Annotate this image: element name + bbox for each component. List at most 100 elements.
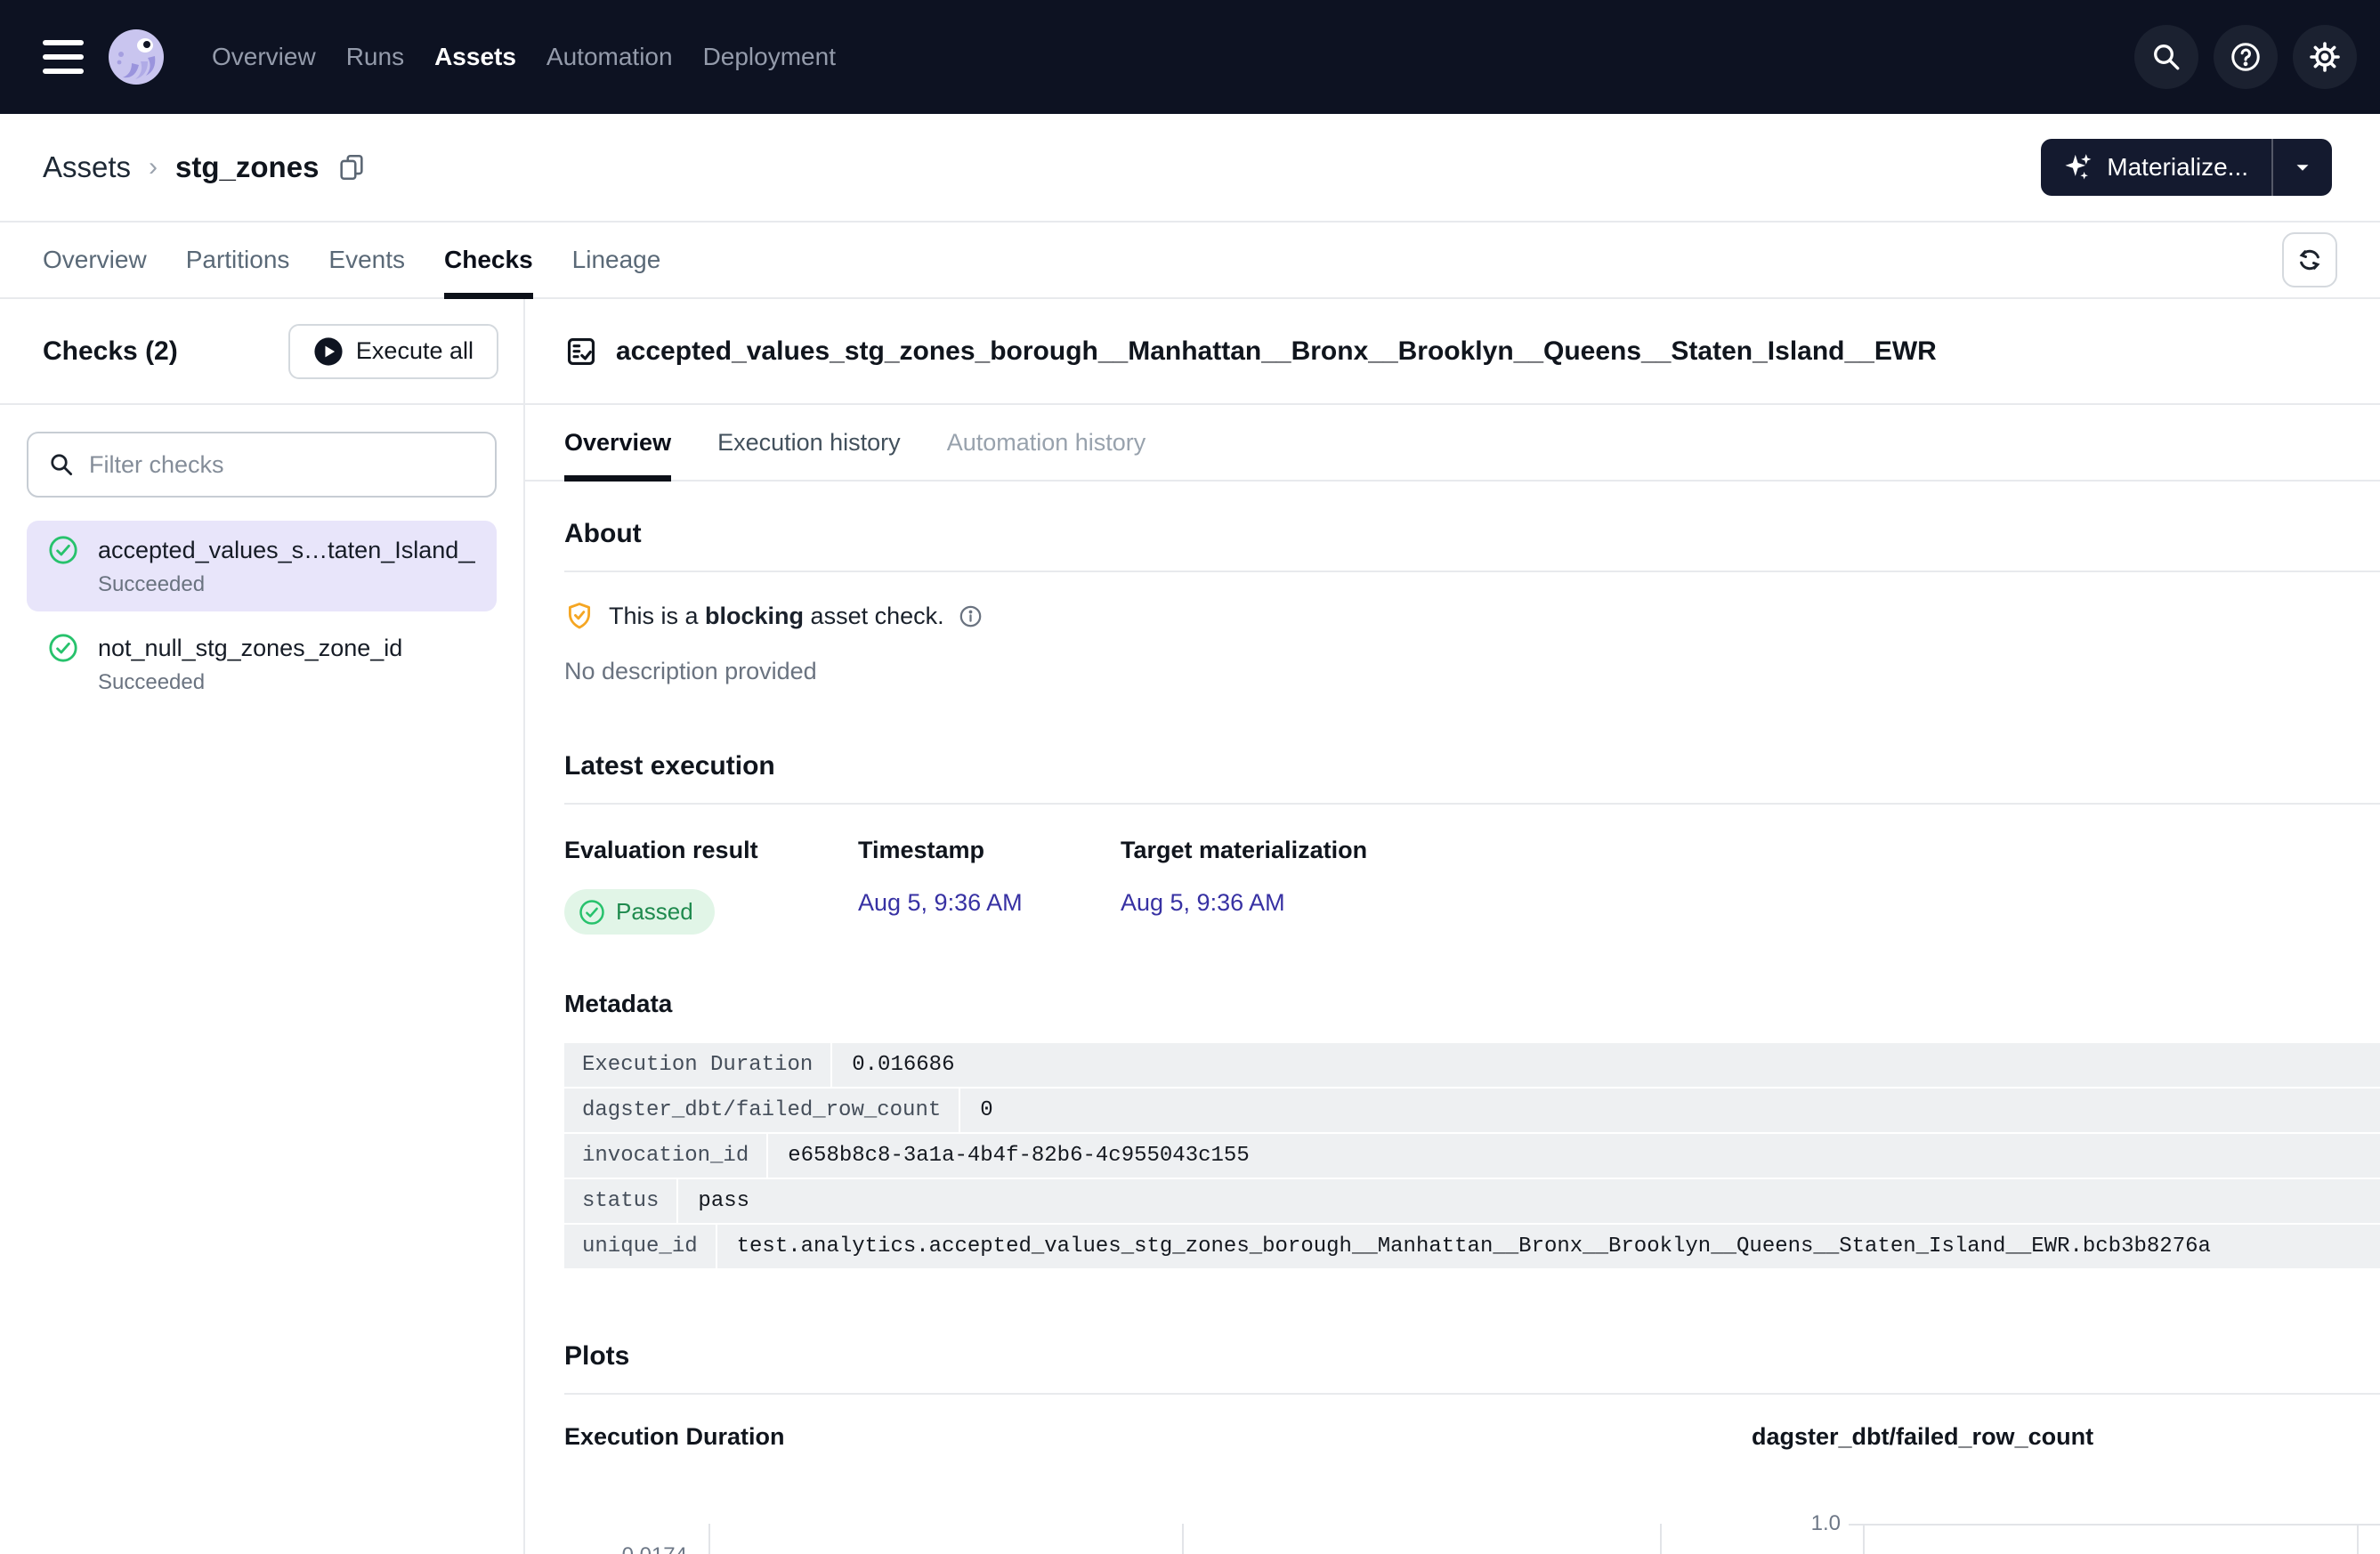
- check-detail-tabs: Overview Execution history Automation hi…: [525, 405, 2380, 482]
- check-detail-body: About This is a blocking asset check. No…: [525, 482, 2380, 1554]
- checks-sidebar: Checks (2) Execute all accepted_values_s…: [0, 299, 525, 1554]
- target-materialization-link[interactable]: Aug 5, 9:36 AM: [1121, 889, 1285, 916]
- tab-events[interactable]: Events: [328, 223, 405, 297]
- execute-all-label: Execute all: [356, 337, 474, 365]
- nav-automation[interactable]: Automation: [546, 43, 673, 71]
- gridline: [1660, 1524, 1662, 1554]
- evaluation-result-header: Evaluation result: [564, 837, 858, 864]
- plot-canvas: 1.0 0.6: [1752, 1486, 2380, 1554]
- y-axis-line: [708, 1524, 710, 1554]
- dagster-app: Overview Runs Assets Automation Deployme…: [0, 0, 2380, 1554]
- settings-icon[interactable]: [2293, 25, 2357, 89]
- plots-section: Plots Execution Duration 0.0174: [564, 1341, 2380, 1554]
- shield-check-icon: [564, 601, 595, 631]
- refresh-icon: [2296, 247, 2323, 273]
- blocking-note: This is a blocking asset check.: [564, 601, 2380, 631]
- metadata-key: status: [564, 1179, 678, 1223]
- tick-mark: [1849, 1524, 1863, 1526]
- metadata-key: unique_id: [564, 1225, 717, 1268]
- about-section: About This is a blocking asset check. No…: [564, 519, 2380, 685]
- nav-overview[interactable]: Overview: [212, 43, 316, 71]
- description-text: No description provided: [564, 658, 2380, 685]
- help-icon[interactable]: [2214, 25, 2278, 89]
- check-list-item-accepted-values[interactable]: accepted_values_s…taten_Island__EWR Succ…: [27, 521, 497, 611]
- materialize-label: Materialize...: [2107, 153, 2248, 182]
- table-row: unique_id test.analytics.accepted_values…: [564, 1225, 2380, 1270]
- dagster-logo-icon[interactable]: [107, 28, 166, 86]
- materialize-dropdown-caret[interactable]: [2271, 139, 2332, 196]
- check-item-status: Succeeded: [98, 670, 475, 695]
- table-row: invocation_id e658b8c8-3a1a-4b4f-82b6-4c…: [564, 1134, 2380, 1179]
- y-axis-tick-label: 0.0174: [564, 1543, 687, 1554]
- metadata-value: pass: [678, 1179, 2380, 1223]
- plot-canvas: 0.0174: [564, 1486, 1752, 1554]
- checklist-icon: [564, 335, 598, 368]
- check-list: accepted_values_s…taten_Island__EWR Succ…: [27, 521, 497, 709]
- metadata-section: Metadata Execution Duration 0.016686 dag…: [564, 990, 2380, 1270]
- plots-row: Execution Duration 0.0174 dag: [564, 1423, 2380, 1554]
- metadata-key: Execution Duration: [564, 1043, 832, 1087]
- about-heading: About: [564, 519, 2380, 549]
- checks-sidebar-header: Checks (2) Execute all: [0, 299, 523, 405]
- check-item-status: Succeeded: [98, 572, 475, 597]
- check-success-icon: [48, 633, 78, 663]
- check-detail-header: accepted_values_stg_zones_borough__Manha…: [525, 299, 2380, 405]
- check-title: accepted_values_stg_zones_borough__Manha…: [616, 336, 1937, 367]
- asset-tabs-row: Overview Partitions Events Checks Lineag…: [0, 223, 2380, 299]
- latest-execution-grid: Evaluation result Passed Timestamp Aug 5…: [564, 837, 2380, 935]
- tab-checks[interactable]: Checks: [444, 223, 533, 297]
- tab-overview[interactable]: Overview: [43, 223, 147, 297]
- tab-check-overview[interactable]: Overview: [564, 405, 671, 480]
- timestamp-header: Timestamp: [858, 837, 1121, 864]
- filter-checks-input[interactable]: [89, 451, 475, 479]
- execution-duration-plot: Execution Duration 0.0174: [564, 1423, 1752, 1554]
- tab-automation-history[interactable]: Automation history: [947, 405, 1146, 480]
- check-success-icon: [579, 899, 605, 926]
- divider: [564, 571, 2380, 572]
- main-nav: Overview Runs Assets Automation Deployme…: [212, 43, 836, 71]
- materialize-button[interactable]: Materialize...: [2041, 139, 2271, 196]
- plots-heading: Plots: [564, 1341, 2380, 1372]
- table-row: dagster_dbt/failed_row_count 0: [564, 1089, 2380, 1134]
- search-icon: [48, 451, 75, 478]
- checks-count-heading: Checks (2): [43, 336, 178, 367]
- copy-icon[interactable]: [336, 152, 367, 182]
- execute-all-button[interactable]: Execute all: [288, 324, 498, 379]
- checks-sidebar-body: accepted_values_s…taten_Island__EWR Succ…: [0, 405, 523, 736]
- check-item-name: accepted_values_s…taten_Island__EWR: [98, 537, 475, 564]
- passed-label: Passed: [616, 898, 693, 926]
- chevron-down-icon: [2291, 156, 2314, 179]
- divider: [564, 1393, 2380, 1395]
- breadcrumb-assets-link[interactable]: Assets: [43, 150, 131, 184]
- nav-assets[interactable]: Assets: [434, 43, 516, 71]
- y-axis-tick-label: 1.0: [1752, 1511, 1841, 1536]
- check-list-item-not-null[interactable]: not_null_stg_zones_zone_id Succeeded: [27, 619, 497, 709]
- check-item-name: not_null_stg_zones_zone_id: [98, 635, 402, 662]
- metadata-key: dagster_dbt/failed_row_count: [564, 1089, 960, 1132]
- info-icon[interactable]: [959, 604, 983, 628]
- target-materialization-header: Target materialization: [1121, 837, 1367, 864]
- y-axis-line: [1863, 1524, 1865, 1554]
- timestamp-link[interactable]: Aug 5, 9:36 AM: [858, 889, 1023, 916]
- breadcrumb: Assets › stg_zones: [43, 150, 367, 184]
- table-row: Execution Duration 0.016686: [564, 1043, 2380, 1089]
- divider: [564, 803, 2380, 805]
- gridline: [1863, 1524, 2380, 1526]
- refresh-button[interactable]: [2282, 232, 2337, 287]
- latest-execution-heading: Latest execution: [564, 751, 2380, 781]
- nav-runs[interactable]: Runs: [346, 43, 404, 71]
- search-icon[interactable]: [2134, 25, 2198, 89]
- check-success-icon: [48, 535, 78, 565]
- failed-row-count-plot: dagster_dbt/failed_row_count 1.0 0.6: [1752, 1423, 2380, 1554]
- blocking-text: This is a blocking asset check.: [609, 603, 944, 630]
- metadata-key: invocation_id: [564, 1134, 768, 1178]
- tab-execution-history[interactable]: Execution history: [717, 405, 901, 480]
- asset-header-row: Assets › stg_zones Materialize...: [0, 114, 2380, 223]
- plot-title: dagster_dbt/failed_row_count: [1752, 1423, 2380, 1451]
- nav-deployment[interactable]: Deployment: [703, 43, 836, 71]
- menu-icon[interactable]: [43, 40, 84, 74]
- tab-lineage[interactable]: Lineage: [572, 223, 661, 297]
- workspace: Checks (2) Execute all accepted_values_s…: [0, 299, 2380, 1554]
- tab-partitions[interactable]: Partitions: [186, 223, 290, 297]
- materialize-split-button: Materialize...: [2041, 139, 2332, 196]
